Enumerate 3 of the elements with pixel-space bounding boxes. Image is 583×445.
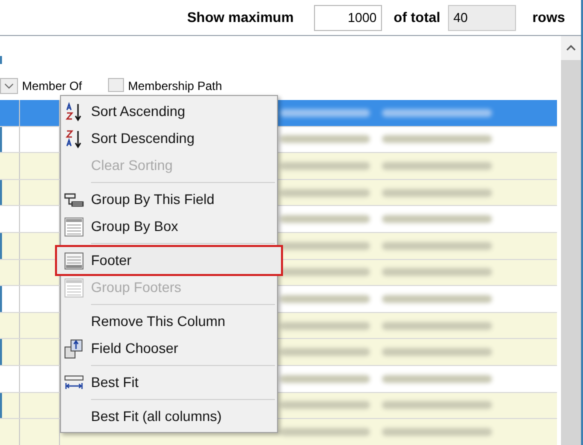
of-total-label: of total	[394, 8, 440, 27]
show-maximum-label: Show maximum	[187, 8, 294, 27]
rows-label: rows	[532, 8, 565, 27]
